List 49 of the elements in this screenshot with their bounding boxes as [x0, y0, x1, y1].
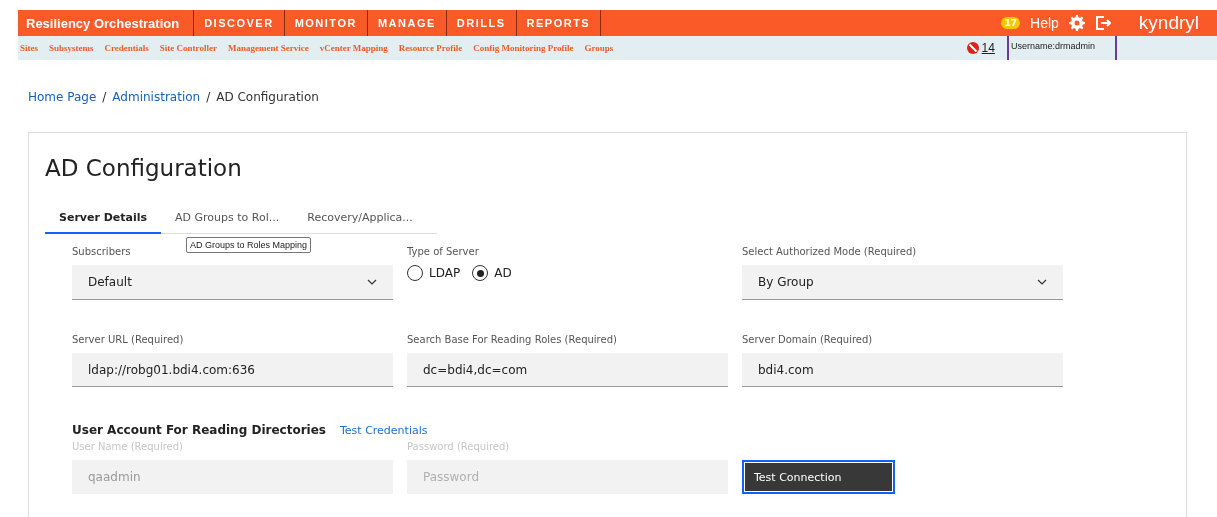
breadcrumb-separator: /	[206, 90, 211, 104]
tooltip: AD Groups to Roles Mapping	[186, 237, 312, 253]
sub-nav-link[interactable]: Resource Profile	[398, 43, 463, 53]
tab[interactable]: Recovery/Applica...	[293, 203, 427, 234]
chevron-down-icon	[1037, 279, 1047, 285]
sub-nav-link[interactable]: Subsystems	[49, 43, 94, 53]
sub-nav-link[interactable]: vCenter Mapping	[319, 43, 388, 53]
test-connection-button[interactable]: Test Connection	[742, 460, 895, 494]
field-label: User Name (Required)	[72, 441, 184, 452]
sub-nav-link[interactable]: Sites	[20, 43, 38, 53]
settings-icon[interactable]	[1068, 15, 1085, 31]
text-field[interactable]: dc=bdi4,dc=com	[407, 353, 728, 387]
breadcrumb-current: AD Configuration	[216, 90, 319, 104]
tab[interactable]: AD Groups to Rol...	[161, 203, 294, 234]
select-dropdown[interactable]: By Group	[742, 265, 1063, 300]
select-dropdown[interactable]: Default	[72, 265, 393, 300]
company-logo: kyndryl	[1138, 12, 1199, 34]
radio-option[interactable]: AD	[472, 265, 512, 281]
text-field[interactable]: bdi4.com	[742, 353, 1063, 387]
alert-count-link[interactable]: 14	[981, 41, 995, 55]
tab[interactable]: Server Details	[45, 203, 162, 234]
field-label: Password (Required)	[407, 441, 511, 452]
field-label: Type of Server	[407, 246, 480, 257]
logout-icon[interactable]	[1094, 15, 1111, 31]
sub-nav-link[interactable]: Credentials	[104, 43, 149, 53]
page-title: AD Configuration	[45, 155, 243, 181]
field-label: Select Authorized Mode (Required)	[742, 246, 918, 257]
sub-nav-link[interactable]: Groups	[584, 43, 614, 53]
test-credentials-link[interactable]: Test Credentials	[339, 424, 428, 437]
field-label: Server URL (Required)	[72, 334, 185, 345]
text-field[interactable]: ldap://robg01.bdi4.com:636	[72, 353, 393, 387]
sub-nav-link[interactable]: Site Controller	[159, 43, 217, 53]
radio-option[interactable]: LDAP	[407, 265, 461, 281]
sub-nav-link[interactable]: Config Monitoring Profile	[473, 43, 574, 53]
blocked-icon	[966, 42, 979, 54]
breadcrumb-separator: /	[102, 90, 107, 104]
field-label: Server Domain (Required)	[742, 334, 874, 345]
section-heading: User Account For Reading Directories	[72, 423, 326, 437]
username-label: Username:drmadmin	[1006, 36, 1117, 60]
breadcrumb-link[interactable]: Administration	[112, 90, 201, 104]
radio-label: AD	[494, 266, 512, 280]
help-link[interactable]: Help	[1030, 15, 1059, 31]
sub-nav-link[interactable]: Management Service	[227, 43, 309, 53]
chevron-down-icon	[367, 279, 377, 285]
breadcrumb-link[interactable]: Home Page	[28, 90, 97, 104]
select-value: Default	[88, 275, 132, 289]
radio-label: LDAP	[429, 266, 461, 280]
field-label: Search Base For Reading Roles (Required)	[407, 334, 618, 345]
select-value: By Group	[758, 275, 814, 289]
